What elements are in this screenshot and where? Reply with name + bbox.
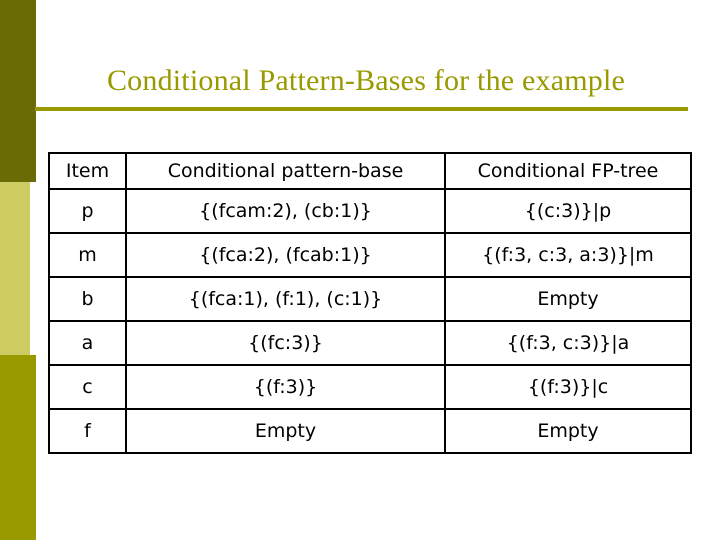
conditional-pattern-base-table: Item Conditional pattern-base Conditiona… [48,152,692,454]
cell-conditional-fp-tree: Empty [444,276,692,322]
sidebar-band-top [0,0,36,182]
table-header-row: Item Conditional pattern-base Conditiona… [48,152,692,190]
cell-item: a [48,320,127,366]
table-row: p {(fcam:2), (cb:1)} {(c:3)}|p [48,188,692,234]
sidebar-band-bottom [0,355,36,540]
page-title: Conditional Pattern-Bases for the exampl… [106,64,626,97]
table-row: c {(f:3)} {(f:3)}|c [48,364,692,410]
table-row: a {(fc:3)} {(f:3, c:3)}|a [48,320,692,366]
cell-item: m [48,232,127,278]
cell-conditional-fp-tree: {(f:3, c:3)}|a [444,320,692,366]
cell-conditional-fp-tree: {(c:3)}|p [444,188,692,234]
cell-conditional-fp-tree: {(f:3)}|c [444,364,692,410]
data-table: Item Conditional pattern-base Conditiona… [48,152,692,454]
cell-conditional-pattern-base: {(fca:1), (f:1), (c:1)} [125,276,446,322]
cell-item: c [48,364,127,410]
decorative-sidebar [0,0,36,540]
cell-conditional-pattern-base: {(fca:2), (fcab:1)} [125,232,446,278]
title-underline-rule [35,107,688,111]
table-row: b {(fca:1), (f:1), (c:1)} Empty [48,276,692,322]
column-header-conditional-pattern-base: Conditional pattern-base [125,152,446,190]
sidebar-band-middle [0,182,30,355]
title-block: Conditional Pattern-Bases for the exampl… [36,62,696,100]
table-row: f Empty Empty [48,408,692,454]
cell-conditional-pattern-base: {(f:3)} [125,364,446,410]
cell-conditional-pattern-base: {(fcam:2), (cb:1)} [125,188,446,234]
column-header-item: Item [48,152,127,190]
cell-item: b [48,276,127,322]
cell-conditional-fp-tree: {(f:3, c:3, a:3)}|m [444,232,692,278]
cell-item: p [48,188,127,234]
table-row: m {(fca:2), (fcab:1)} {(f:3, c:3, a:3)}|… [48,232,692,278]
table-body: p {(fcam:2), (cb:1)} {(c:3)}|p m {(fca:2… [48,188,692,454]
cell-conditional-fp-tree: Empty [444,408,692,454]
cell-conditional-pattern-base: Empty [125,408,446,454]
cell-item: f [48,408,127,454]
column-header-conditional-fp-tree: Conditional FP-tree [444,152,692,190]
cell-conditional-pattern-base: {(fc:3)} [125,320,446,366]
